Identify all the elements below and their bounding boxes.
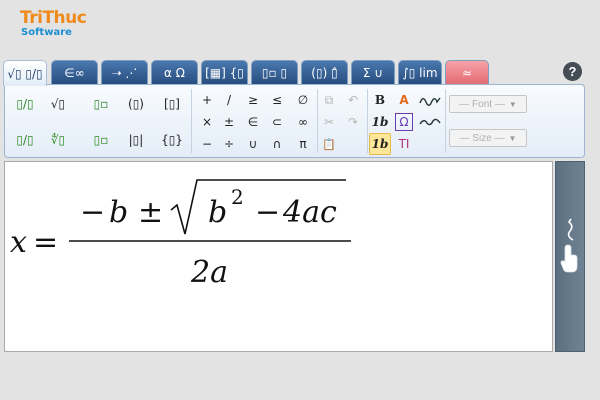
chevron-down-icon: ▼ [508,133,517,143]
subset-button[interactable]: ⊂ [267,111,287,133]
leq-button[interactable]: ≤ [267,89,287,111]
subscript-button[interactable]: ▯▫ [89,129,113,151]
eq-x: x [10,225,27,260]
size-combo[interactable]: — Size — ▼ [449,129,527,147]
size-combo-label: — Size — [459,132,505,144]
redo-icon[interactable]: ↷ [343,111,363,133]
absolute-value-button[interactable]: |▯| [121,129,151,151]
tab-matrix[interactable]: [▦] {▯ [201,60,248,84]
eq-exponent: 2 [231,185,244,209]
eq-plusminus: ± [138,195,163,230]
eq-denominator: 2a [190,255,228,290]
toolbar: ▯/▯ √▯ ▯▫ (▯) [▯] + / ≥ ≤ ∅ × ± ∈ ⊂ ∞ ▯/… [4,84,585,158]
eq-minus-2: − [255,195,280,230]
sqrt-button[interactable]: √▯ [45,93,71,115]
font-combo-label: — Font — [459,98,505,110]
tab-greek[interactable]: α Ω [151,60,198,84]
pi-button[interactable]: π [293,133,313,155]
text-mode-icon[interactable]: TI [393,133,415,155]
italic-button[interactable]: 1b [369,111,391,133]
font-combo[interactable]: — Font — ▼ [449,95,527,113]
undo-icon[interactable]: ↶ [343,89,363,111]
plusminus-button[interactable]: ± [219,111,239,133]
divide-button[interactable]: ÷ [219,133,239,155]
italic-selected-button[interactable]: 1b [369,133,391,155]
eq-minus: − [80,195,105,230]
slash-fraction-button[interactable]: ▯/▯ [13,129,37,151]
tab-sums-unions[interactable]: Σ ∪ [351,60,395,84]
logo-line-1: TriThuc [20,8,87,28]
tab-scripts[interactable]: ▯▫ ▯ [251,60,298,84]
braces-button[interactable]: {▯} [157,129,187,151]
tab-brackets-accents[interactable]: (▯) ▯̂ [301,60,348,84]
special-char-icon[interactable]: Ω [395,113,413,131]
times-button[interactable]: × [197,111,217,133]
equation-editor-area[interactable]: x = − b ± b 2 − 4ac 2a [4,161,553,352]
eq-b: b [109,195,128,230]
tab-integrals-limits[interactable]: ∫▯ lim [398,60,442,84]
chevron-down-icon: ▼ [508,99,517,109]
logo: TriThuc Software [20,8,87,38]
plus-button[interactable]: + [197,89,217,111]
equation-canvas: x = − b ± b 2 − 4ac 2a [10,179,351,290]
parentheses-button[interactable]: (▯) [121,93,151,115]
paste-icon[interactable]: 📋 [319,133,339,155]
geq-button[interactable]: ≥ [243,89,263,111]
handwriting-panel[interactable] [555,161,585,352]
logo-line-2: Software [21,27,72,38]
union-button[interactable]: ∪ [243,133,263,155]
emptyset-button[interactable]: ∅ [293,89,313,111]
eq-4ac: 4ac [282,195,337,230]
intersection-button[interactable]: ∩ [267,133,287,155]
tab-symbols[interactable]: ∈∞ [51,60,98,84]
superscript-button[interactable]: ▯▫ [89,93,113,115]
tab-special[interactable]: ≈ [445,60,489,84]
fraction-button[interactable]: ▯/▯ [13,93,37,115]
help-icon[interactable]: ? [563,62,582,81]
tab-arrows-dots[interactable]: ➝ ⋰ [101,60,148,84]
tab-fractions-radicals[interactable]: √▯ ▯/▯ [3,60,47,86]
minus-button[interactable]: − [197,133,217,155]
element-of-button[interactable]: ∈ [243,111,263,133]
handwriting-icon[interactable] [417,89,443,111]
handwriting-alt-icon[interactable] [417,111,443,133]
eq-equals: = [33,225,58,260]
slash-button[interactable]: / [219,89,239,111]
brackets-button[interactable]: [▯] [157,93,187,115]
text-color-icon[interactable]: A [393,89,415,111]
nth-root-button[interactable]: ∜▯ [45,129,71,151]
eq-b2: b [208,195,227,230]
cut-icon[interactable]: ✂ [319,111,339,133]
bold-button[interactable]: B [369,89,391,111]
hand-pen-icon [560,218,578,273]
copy-icon[interactable]: ⧉ [319,89,339,111]
infinity-button[interactable]: ∞ [293,111,313,133]
